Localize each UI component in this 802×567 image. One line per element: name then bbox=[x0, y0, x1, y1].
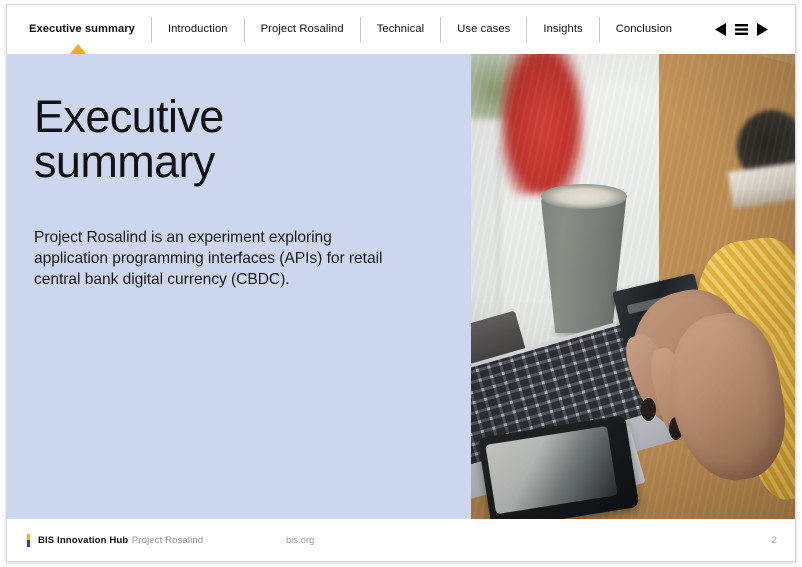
tab-technical[interactable]: Technical bbox=[361, 17, 441, 42]
footer-project: Project Rosalind bbox=[131, 534, 204, 546]
slide-photo bbox=[471, 54, 795, 519]
slide-controls bbox=[714, 22, 781, 37]
slide-content: Executive summary Project Rosalind is an… bbox=[7, 54, 795, 519]
slide-navigation-bar: Executive summary Introduction Project R… bbox=[7, 5, 795, 55]
nav-tab-list: Executive summary Introduction Project R… bbox=[25, 17, 688, 42]
footer-organisation: BIS Innovation Hub bbox=[38, 534, 129, 546]
page-title-line-1: Executive bbox=[34, 91, 224, 142]
tab-project-rosalind[interactable]: Project Rosalind bbox=[245, 17, 360, 42]
slide-text-panel: Executive summary Project Rosalind is an… bbox=[7, 54, 471, 519]
footer-website[interactable]: bis.org bbox=[286, 535, 314, 545]
footer-page-number: 2 bbox=[771, 534, 777, 546]
page-title-line-2: summary bbox=[34, 135, 215, 187]
menu-icon[interactable] bbox=[734, 22, 749, 37]
photo-laptop-card-desk bbox=[471, 54, 795, 519]
tab-introduction[interactable]: Introduction bbox=[152, 17, 244, 42]
slide-footer: BIS Innovation Hub Project Rosalind bis.… bbox=[7, 519, 795, 561]
tab-insights[interactable]: Insights bbox=[527, 17, 598, 42]
slide-body-text: Project Rosalind is an experiment explor… bbox=[34, 229, 383, 289]
photo-vignette bbox=[471, 54, 795, 519]
page-title: Executive summary bbox=[34, 91, 437, 187]
previous-slide-icon[interactable] bbox=[714, 22, 727, 37]
next-slide-icon[interactable] bbox=[756, 22, 769, 37]
bis-logo-icon bbox=[27, 533, 30, 547]
tab-use-cases[interactable]: Use cases bbox=[441, 17, 526, 42]
tab-conclusion[interactable]: Conclusion bbox=[600, 17, 688, 42]
presentation-slide: Executive summary Introduction Project R… bbox=[6, 4, 796, 562]
tab-executive-summary[interactable]: Executive summary bbox=[25, 17, 151, 42]
